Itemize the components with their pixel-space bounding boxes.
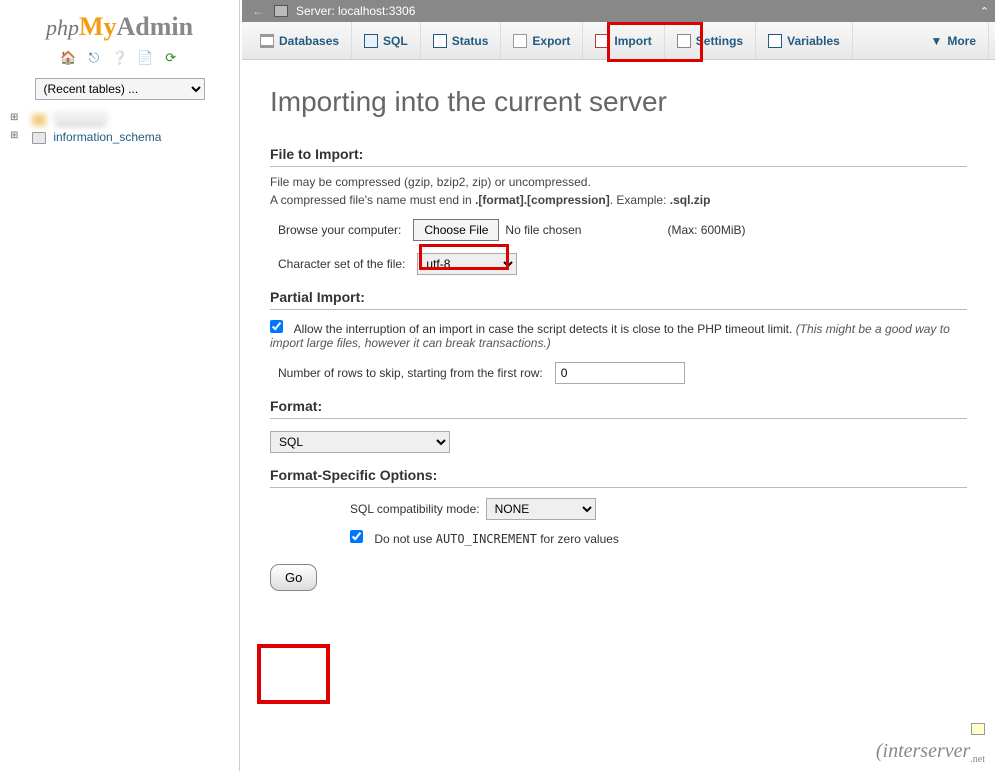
recent-tables-select[interactable]: (Recent tables) ... [35,78,205,100]
compat-mode-select[interactable]: NONE [486,498,596,520]
tab-import[interactable]: Import [583,22,664,59]
page-title: Importing into the current server [270,86,967,118]
back-icon[interactable]: ← [248,4,268,18]
db-icon [32,114,46,126]
server-label: Server: localhost:3306 [296,4,415,18]
server-icon [274,5,288,17]
no-auto-increment-checkbox[interactable] [350,530,363,543]
logo-php: php [46,15,79,40]
reload-icon[interactable]: ⟳ [163,50,179,66]
browse-label: Browse your computer: [278,223,401,237]
section-heading: File to Import: [270,146,967,167]
tab-label: Status [452,34,489,48]
format-select[interactable]: SQL [270,431,450,453]
tab-more[interactable]: ▼ More [918,22,989,59]
tab-sql[interactable]: SQL [352,22,421,59]
noauto-code: AUTO_INCREMENT [436,532,537,546]
no-file-chosen: No file chosen [505,223,581,237]
choose-file-button[interactable]: Choose File [413,219,499,241]
tree-label: information_schema [53,130,161,144]
charset-select[interactable]: utf-8 [417,253,517,275]
collapse-icon[interactable]: ⌃ [980,5,989,18]
noauto-label-a: Do not use [374,532,435,546]
status-icon [433,34,447,48]
tab-settings[interactable]: Settings [665,22,756,59]
compat-label: SQL compatibility mode: [350,502,480,516]
main-panel: ← Server: localhost:3306 ⌃ Databases SQL… [242,0,995,771]
tab-label: SQL [383,34,408,48]
export-icon [513,34,527,48]
skip-rows-label: Number of rows to skip, starting from th… [278,366,543,380]
sql-query-icon[interactable]: ❔ [112,50,128,66]
sql-icon [364,34,378,48]
docs-icon[interactable]: 📄 [137,50,153,66]
import-icon [595,34,609,48]
tree-item-information-schema[interactable]: information_schema [10,128,239,146]
logout-icon[interactable]: ⎋ [86,50,102,66]
tab-status[interactable]: Status [421,22,502,59]
tab-databases[interactable]: Databases [248,22,352,59]
tab-export[interactable]: Export [501,22,583,59]
chevron-down-icon: ▼ [930,34,942,48]
page-content: Importing into the current server File t… [242,60,995,605]
logo-admin: Admin [116,12,193,41]
section-heading: Format-Specific Options: [270,467,967,488]
section-heading: Format: [270,398,967,419]
tab-label: Export [532,34,570,48]
tab-variables[interactable]: Variables [756,22,853,59]
databases-icon [260,34,274,48]
tab-label: Import [614,34,651,48]
server-bar: ← Server: localhost:3306 ⌃ [242,0,995,22]
format-section: Format: SQL [270,398,967,453]
settings-icon [677,34,691,48]
compress-note-2: A compressed file's name must end in .[f… [270,193,967,207]
logo-my: My [79,12,117,41]
db-tree: _______ information_schema [0,110,239,146]
allow-interrupt-label: Allow the interruption of an import in c… [294,322,796,336]
go-button[interactable]: Go [270,564,317,591]
phpmyadmin-logo: phpMyAdmin [0,8,239,46]
home-icon[interactable]: 🏠 [60,50,76,66]
skip-rows-input[interactable] [555,362,685,384]
go-wrap: Go [270,564,967,591]
charset-label: Character set of the file: [278,257,405,271]
tab-label: Databases [279,34,339,48]
noauto-label-b: for zero values [537,532,619,546]
tab-label: Settings [696,34,743,48]
tab-label: More [947,34,976,48]
sidebar: phpMyAdmin 🏠 ⎋ ❔ 📄 ⟳ (Recent tables) ...… [0,0,240,771]
compress-note-1: File may be compressed (gzip, bzip2, zip… [270,175,967,189]
max-size: (Max: 600MiB) [667,223,745,237]
db-icon [32,132,46,144]
tree-label: _______ [53,112,108,126]
allow-interrupt-checkbox[interactable] [270,320,283,333]
top-tabs: Databases SQL Status Export Import Setti… [242,22,995,60]
variables-icon [768,34,782,48]
section-heading: Partial Import: [270,289,967,310]
tree-item-db[interactable]: _______ [10,110,239,128]
interserver-watermark: (interserver.net [876,740,985,765]
file-to-import-section: File to Import: File may be compressed (… [270,146,967,275]
tab-label: Variables [787,34,840,48]
format-specific-section: Format-Specific Options: SQL compatibili… [270,467,967,546]
notes-icon[interactable] [971,723,985,735]
sidebar-quick-icons: 🏠 ⎋ ❔ 📄 ⟳ [0,46,239,74]
partial-import-section: Partial Import: Allow the interruption o… [270,289,967,384]
